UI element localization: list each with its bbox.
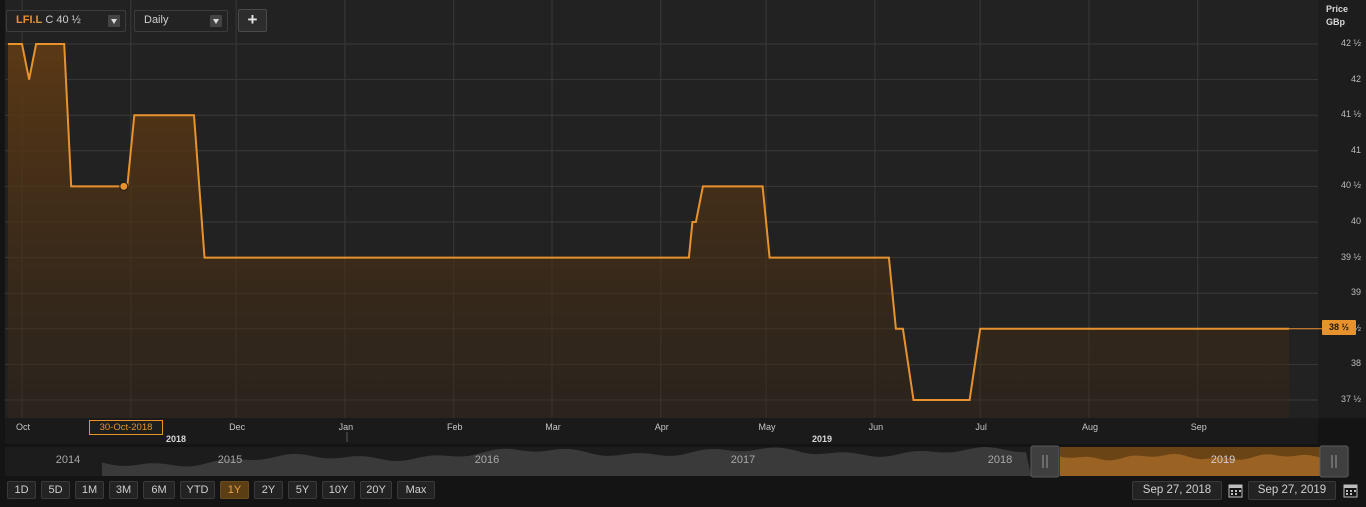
interval-label: Daily <box>144 14 169 26</box>
symbol-label: LFI.L C 40 ½ <box>16 14 81 26</box>
y-tick-label: 40 ½ <box>1340 180 1361 191</box>
navigator-year-2018: 2018 <box>987 454 1013 466</box>
navigator-right-handle[interactable] <box>1319 445 1349 478</box>
y-tick-label: 39 <box>1350 287 1361 298</box>
year-label-2018: 2018 <box>165 434 187 444</box>
symbol-field: C 40 ½ <box>45 14 81 26</box>
navigator-year-2016: 2016 <box>474 454 500 466</box>
y-tick-label: 42 ½ <box>1340 38 1361 48</box>
y-tick-label: 41 ½ <box>1340 109 1361 120</box>
range-button-1d[interactable]: 1D <box>7 481 36 499</box>
range-button-5d[interactable]: 5D <box>41 481 70 499</box>
x-tick-label: Jan <box>338 422 354 432</box>
range-button-2y[interactable]: 2Y <box>254 481 283 499</box>
range-button-max[interactable]: Max <box>397 481 435 499</box>
x-tick-label: Mar <box>545 422 561 432</box>
navigator-year-2014: 2014 <box>55 454 81 466</box>
calendar-icon[interactable] <box>1342 482 1359 499</box>
year-label-2019: 2019 <box>811 434 833 444</box>
symbol-ric: LFI.L <box>16 14 43 26</box>
x-tick-label: Jun <box>868 422 884 432</box>
range-button-20y[interactable]: 20Y <box>360 481 392 499</box>
chevron-down-icon[interactable] <box>210 15 222 27</box>
navigator-year-2017: 2017 <box>730 454 756 466</box>
y-tick-label: 39 ½ <box>1340 251 1361 262</box>
y-tick-label: 38 <box>1350 358 1361 369</box>
calendar-icon[interactable] <box>1227 482 1244 499</box>
navigator-year-2019: 2019 <box>1210 454 1236 466</box>
last-price-tag: 38 ½ <box>1322 320 1356 335</box>
navigator-left-handle[interactable] <box>1030 445 1060 478</box>
x-tick-label: Feb <box>446 422 463 432</box>
x-tick-label: Aug <box>1081 422 1098 432</box>
x-tick-label: Apr <box>654 422 669 432</box>
axis-title-price: Price <box>1326 4 1349 14</box>
chevron-down-icon[interactable] <box>108 15 120 27</box>
x-tick-label: Jul <box>975 422 987 432</box>
symbol-selector[interactable]: LFI.L C 40 ½ <box>6 10 126 32</box>
range-button-1y[interactable]: 1Y <box>220 481 249 499</box>
start-date-field[interactable]: Sep 27, 2018 <box>1132 481 1222 500</box>
x-tick-label: May <box>758 422 776 432</box>
range-button-10y[interactable]: 10Y <box>322 481 355 499</box>
price-chart[interactable] <box>0 0 1366 507</box>
x-tick-label: Sep <box>1190 422 1207 432</box>
range-button-1m[interactable]: 1M <box>75 481 104 499</box>
y-tick-label: 37 ½ <box>1340 394 1361 404</box>
y-tick-label: 40 <box>1350 216 1361 226</box>
range-button-6m[interactable]: 6M <box>143 481 175 499</box>
y-tick-label: 42 <box>1350 73 1361 84</box>
navigator-year-2015: 2015 <box>217 454 243 466</box>
range-button-ytd[interactable]: YTD <box>180 481 215 499</box>
hover-date-label: 30-Oct-2018 <box>89 420 163 435</box>
range-button-5y[interactable]: 5Y <box>288 481 317 499</box>
y-tick-label: 41 <box>1350 144 1361 155</box>
hover-point[interactable] <box>119 181 129 191</box>
x-tick-label: Oct <box>16 422 31 432</box>
axis-title-unit: GBp <box>1326 17 1345 27</box>
range-button-3m[interactable]: 3M <box>109 481 138 499</box>
end-date-field[interactable]: Sep 27, 2019 <box>1248 481 1336 500</box>
interval-selector[interactable]: Daily <box>134 10 228 32</box>
x-tick-label: Dec <box>229 422 246 432</box>
add-study-button[interactable]: + <box>238 9 267 32</box>
axis-panel <box>1318 0 1366 418</box>
